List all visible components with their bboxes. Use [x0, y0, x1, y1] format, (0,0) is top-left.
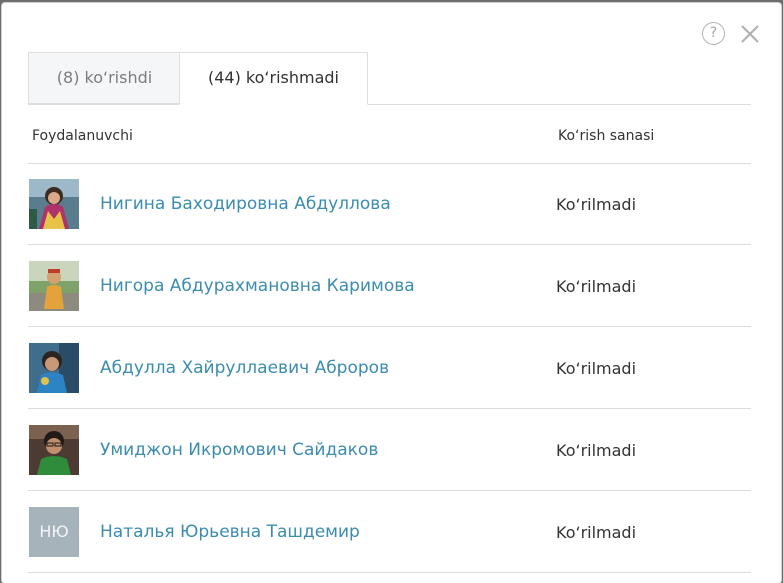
- avatar[interactable]: [29, 425, 79, 475]
- modal-controls: ?: [702, 22, 761, 45]
- avatar[interactable]: НЮ: [29, 507, 79, 557]
- table-row: Умиджон Икромович Сайдаков Ko‘rilmadi: [28, 409, 751, 491]
- table-row: Нигора Абдурахмановна Каримова Ko‘rilmad…: [28, 245, 751, 327]
- table-row: НЮ Наталья Юрьевна Ташдемир Ko‘rilmadi: [28, 491, 751, 573]
- avatar-initials: НЮ: [29, 507, 79, 557]
- tab-not-seen[interactable]: (44) ko‘rishmadi: [179, 52, 368, 105]
- table-row: Абдулла Хайруллаевич Аброров Ko‘rilmadi: [28, 327, 751, 409]
- seen-status: Ko‘rilmadi: [556, 195, 637, 214]
- user-name-link[interactable]: Абдулла Хайруллаевич Аброров: [100, 358, 389, 378]
- help-icon[interactable]: ?: [702, 22, 725, 45]
- table-header: Foydalanuvchi Ko‘rish sanasi: [28, 114, 751, 164]
- close-icon[interactable]: [739, 23, 761, 45]
- tab-bar: (8) ko‘rishdi (44) ko‘rishmadi: [28, 52, 751, 105]
- viewers-modal: ? (8) ko‘rishdi (44) ko‘rishmadi Foydala…: [2, 3, 781, 583]
- column-header-view-date: Ko‘rish sanasi: [558, 128, 655, 144]
- user-name-link[interactable]: Наталья Юрьевна Ташдемир: [100, 522, 360, 542]
- seen-status: Ko‘rilmadi: [556, 523, 637, 542]
- avatar[interactable]: [29, 261, 79, 311]
- seen-status: Ko‘rilmadi: [556, 277, 637, 296]
- seen-status: Ko‘rilmadi: [556, 359, 637, 378]
- avatar[interactable]: [29, 343, 79, 393]
- user-name-link[interactable]: Нигора Абдурахмановна Каримова: [100, 276, 415, 296]
- user-name-link[interactable]: Умиджон Икромович Сайдаков: [100, 440, 378, 460]
- tab-seen[interactable]: (8) ko‘rishdi: [28, 52, 180, 104]
- avatar[interactable]: [29, 179, 79, 229]
- seen-status: Ko‘rilmadi: [556, 441, 637, 460]
- user-list: Нигина Баходировна Абдуллова Ko‘rilmadi …: [28, 163, 751, 573]
- table-row: Нигина Баходировна Абдуллова Ko‘rilmadi: [28, 163, 751, 245]
- user-name-link[interactable]: Нигина Баходировна Абдуллова: [100, 194, 391, 214]
- column-header-user: Foydalanuvchi: [32, 128, 133, 144]
